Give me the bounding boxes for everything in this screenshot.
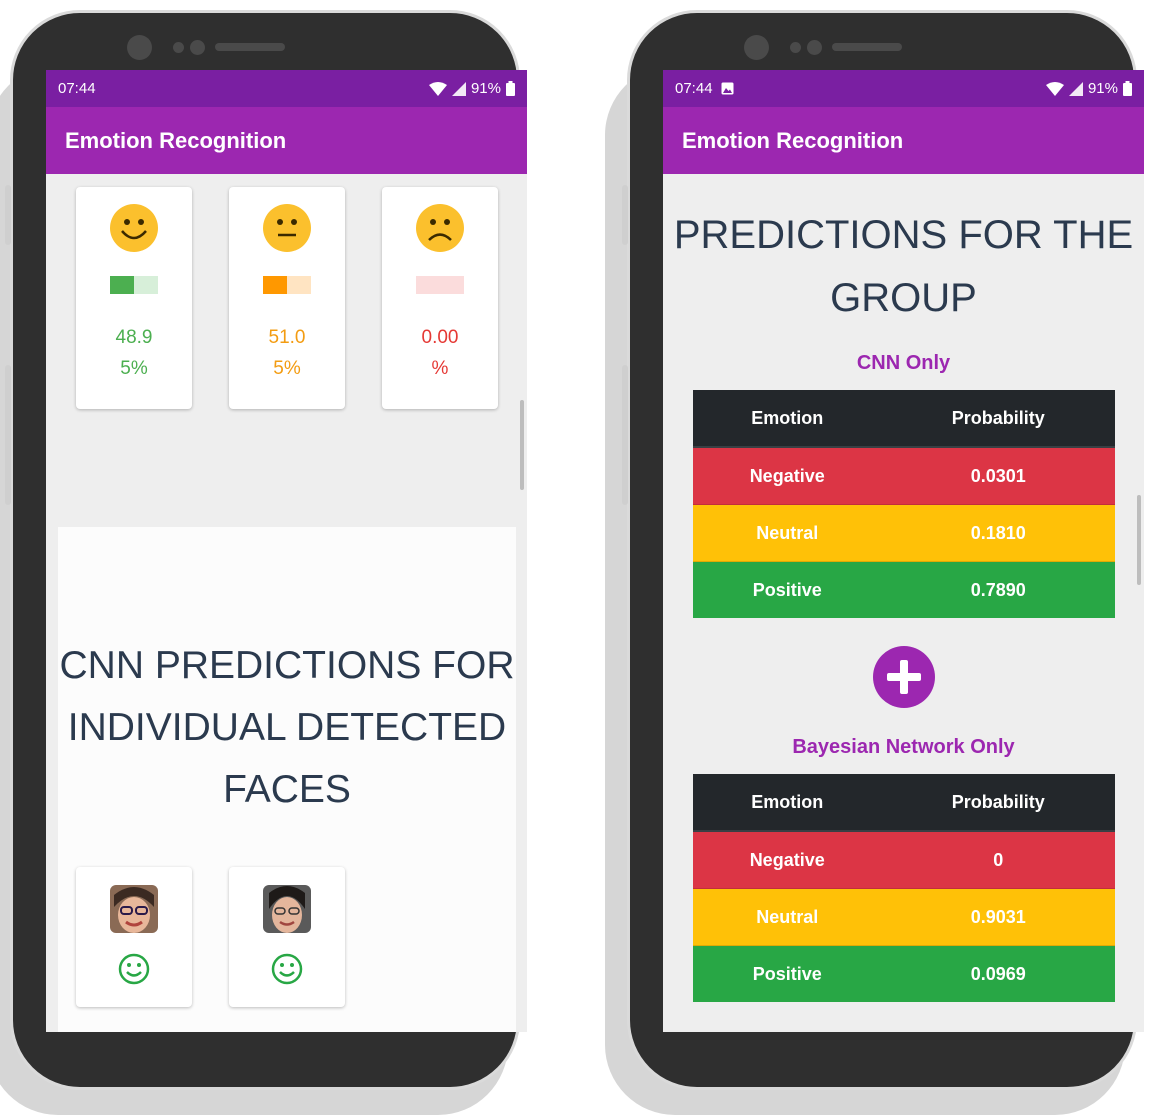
bayes-probability-table: Emotion Probability Negative 0 Neutral 0… xyxy=(693,774,1115,1002)
probability-cell: 0 xyxy=(881,830,1115,889)
probability-column-header: Probability xyxy=(881,774,1115,832)
front-camera-icon xyxy=(744,35,769,60)
emotion-cell: Positive xyxy=(693,561,882,618)
emotion-cell: Negative xyxy=(693,446,882,505)
probability-line-1: 0.00 xyxy=(421,327,459,348)
probability-bar-track xyxy=(133,276,158,294)
face-photo xyxy=(263,885,311,933)
earpiece-speaker xyxy=(832,43,902,51)
probability-line-1: 48.9 xyxy=(115,327,153,348)
phone-left: 07:44 91% Emotion Recognition 48.9 5% 51… xyxy=(0,10,527,1115)
battery-icon xyxy=(506,81,515,96)
probability-bar xyxy=(110,276,158,294)
group-predictions-content: PREDICTIONS FOR THE GROUP CNN Only Emoti… xyxy=(663,174,1144,1032)
sensor-icon xyxy=(807,40,822,55)
plus-icon-vertical xyxy=(900,660,908,694)
table-header-row: Emotion Probability xyxy=(693,390,1115,448)
volume-up-button xyxy=(622,185,628,245)
status-bar: 07:44 91% xyxy=(663,70,1144,107)
screen: 07:44 91% Emotion Recognition 48.9 5% 51… xyxy=(46,70,527,1032)
table-row: Negative 0 xyxy=(693,830,1115,889)
probability-line-2: 5% xyxy=(120,358,148,379)
table-row: Positive 0.7890 xyxy=(693,561,1115,618)
smiling-face-icon xyxy=(110,204,158,252)
front-camera-icon xyxy=(127,35,152,60)
sensor-icon xyxy=(790,42,801,53)
probability-cell: 0.7890 xyxy=(881,561,1115,618)
signal-icon xyxy=(451,81,466,96)
probability-cell: 0.1810 xyxy=(881,504,1115,562)
emotion-cell: Positive xyxy=(693,945,882,1002)
wifi-icon xyxy=(1045,81,1064,96)
face-card[interactable] xyxy=(76,867,192,1007)
emotion-cell: Neutral xyxy=(693,504,882,562)
probability-text: 0.00 % xyxy=(382,322,498,384)
status-bar: 07:44 91% xyxy=(46,70,527,107)
table-row: Negative 0.0301 xyxy=(693,446,1115,505)
probability-cell: 0.9031 xyxy=(881,888,1115,946)
probability-bar-track xyxy=(416,276,464,294)
table-row: Neutral 0.9031 xyxy=(693,888,1115,946)
table-row: Positive 0.0969 xyxy=(693,945,1115,1002)
cnn-subtitle: CNN Only xyxy=(856,352,951,374)
status-time: 07:44 xyxy=(675,80,713,97)
individual-faces-section: CNN PREDICTIONS FOR INDIVIDUAL DETECTED … xyxy=(58,527,516,1032)
sensor-icon xyxy=(190,40,205,55)
emotion-column-header: Emotion xyxy=(693,774,882,832)
scrollbar[interactable] xyxy=(520,400,524,490)
screen: 07:44 91% Emotion Recognition PREDICTION… xyxy=(663,70,1144,1032)
volume-down-button xyxy=(622,365,628,505)
earpiece-speaker xyxy=(215,43,285,51)
probability-bar xyxy=(416,276,464,294)
app-title: Emotion Recognition xyxy=(65,127,287,153)
battery-percent: 91% xyxy=(1087,80,1118,97)
smile-icon xyxy=(271,953,303,985)
sad-face-icon xyxy=(416,204,464,252)
table-header-row: Emotion Probability xyxy=(693,774,1115,832)
wifi-icon xyxy=(428,81,447,96)
probability-line-2: 5% xyxy=(273,358,301,379)
emotion-card-positive[interactable]: 48.9 5% xyxy=(76,187,192,409)
probability-text: 48.9 5% xyxy=(76,322,192,384)
emotion-cell: Negative xyxy=(693,830,882,889)
volume-down-button xyxy=(5,365,11,505)
probability-text: 51.0 5% xyxy=(229,322,345,384)
emotion-card-negative[interactable]: 0.00 % xyxy=(382,187,498,409)
app-bar: Emotion Recognition xyxy=(46,107,527,174)
volume-up-button xyxy=(5,185,11,245)
smile-icon xyxy=(118,953,150,985)
probability-line-2: % xyxy=(431,358,449,379)
cnn-probability-table: Emotion Probability Negative 0.0301 Neut… xyxy=(693,390,1115,618)
section-heading: CNN PREDICTIONS FOR INDIVIDUAL DETECTED … xyxy=(59,644,515,811)
page-title: PREDICTIONS FOR THE GROUP xyxy=(673,213,1134,320)
app-bar: Emotion Recognition xyxy=(663,107,1144,174)
probability-line-1: 51.0 xyxy=(268,327,306,348)
face-photo xyxy=(110,885,158,933)
probability-column-header: Probability xyxy=(881,390,1115,448)
emotion-card-neutral[interactable]: 51.0 5% xyxy=(229,187,345,409)
face-card[interactable] xyxy=(229,867,345,1007)
plus-icon xyxy=(873,646,935,708)
table-row: Neutral 0.1810 xyxy=(693,504,1115,562)
app-title: Emotion Recognition xyxy=(682,127,904,153)
image-notification-icon xyxy=(721,82,734,95)
emotion-column-header: Emotion xyxy=(693,390,882,448)
probability-bar-fill xyxy=(110,276,134,294)
battery-percent: 91% xyxy=(470,80,501,97)
signal-icon xyxy=(1068,81,1083,96)
status-time: 07:44 xyxy=(58,80,96,97)
emotion-cards-area: 48.9 5% 51.0 5% 0.00 % xyxy=(58,174,516,527)
scrollbar[interactable] xyxy=(1137,495,1141,585)
probability-bar-track xyxy=(287,276,311,294)
sensor-icon xyxy=(173,42,184,53)
bayes-subtitle: Bayesian Network Only xyxy=(792,736,1015,758)
emotion-cell: Neutral xyxy=(693,888,882,946)
probability-bar-fill xyxy=(263,276,288,294)
battery-icon xyxy=(1123,81,1132,96)
probability-cell: 0.0969 xyxy=(881,945,1115,1002)
probability-bar xyxy=(263,276,311,294)
probability-cell: 0.0301 xyxy=(881,446,1115,505)
phone-right: 07:44 91% Emotion Recognition PREDICTION… xyxy=(605,10,1144,1115)
neutral-face-icon xyxy=(263,204,311,252)
